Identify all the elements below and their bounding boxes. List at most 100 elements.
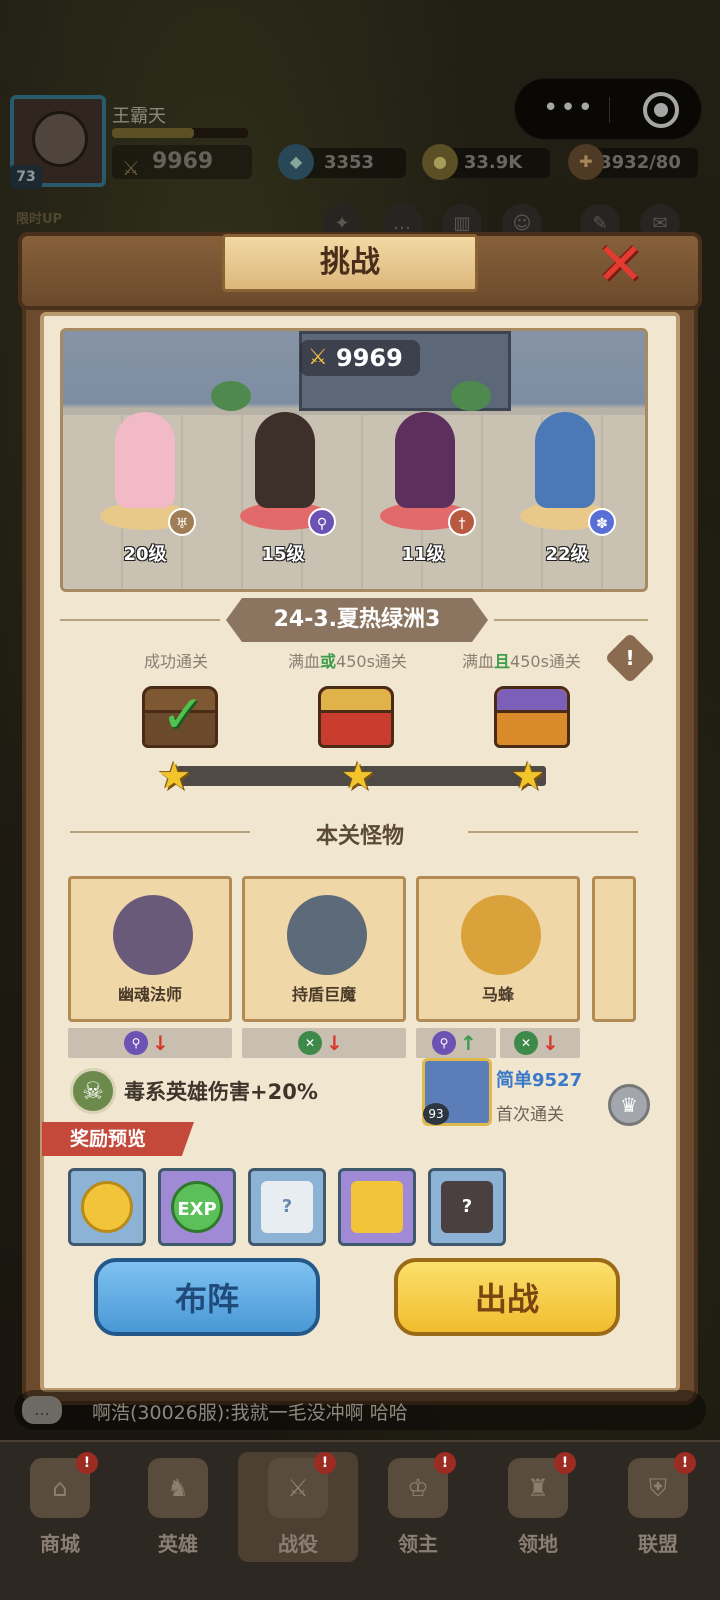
condition-3: 满血且450s通关: [462, 652, 581, 671]
team-power: ⚔ 9969: [300, 340, 420, 376]
hero-level: 15级: [261, 544, 305, 565]
hero-level: 11级: [401, 544, 445, 565]
chat-bar[interactable]: … 啊浩(30026服):我就一毛没冲啊 哈哈: [14, 1390, 706, 1430]
formation-button[interactable]: 布阵: [94, 1258, 320, 1336]
chat-message: 啊浩(30026服):我就一毛没冲啊 哈哈: [92, 1402, 408, 1424]
first-clear-avatar[interactable]: 93: [422, 1058, 492, 1126]
hero-slot-2[interactable]: ⚲: [240, 412, 336, 536]
monster-card[interactable]: 马蜂: [416, 876, 580, 1022]
monster-portrait: [113, 895, 193, 975]
monster-portrait: [461, 895, 541, 975]
nav-label: 商城: [40, 1532, 80, 1556]
condition-1: 成功通关: [144, 652, 209, 671]
nav-territory[interactable]: ♜ ! 领地: [478, 1452, 598, 1562]
paw-icon: ✽: [588, 508, 616, 536]
sword-icon: ⚔: [308, 345, 328, 370]
star-icon: ★: [156, 754, 192, 798]
bush: [211, 381, 251, 411]
arrow-down-icon: ↓: [152, 1031, 169, 1055]
divider: [60, 619, 220, 621]
mystery-scroll-icon: ?: [261, 1181, 313, 1233]
first-clear-player[interactable]: 简单9527: [496, 1066, 582, 1092]
reward-slot[interactable]: ?: [428, 1168, 506, 1246]
reward-slot[interactable]: ?: [248, 1168, 326, 1246]
star-icon: ★: [510, 754, 546, 798]
reward-preview-title: 奖励预览: [42, 1122, 194, 1156]
first-clear-level: 93: [423, 1103, 449, 1125]
reward-slot[interactable]: EXP: [158, 1168, 236, 1246]
chest-3[interactable]: [494, 686, 570, 748]
arrow-up-icon: ↑: [460, 1031, 477, 1055]
notification-badge: !: [554, 1452, 576, 1474]
monster-portrait: [287, 895, 367, 975]
wing-icon: ♅: [168, 508, 196, 536]
reward-slot[interactable]: [68, 1168, 146, 1246]
reward-slot[interactable]: [338, 1168, 416, 1246]
bush: [451, 381, 491, 411]
monster-traits: ⚲ ↑: [416, 1028, 496, 1058]
trophy-icon[interactable]: ♛: [608, 1084, 650, 1126]
dialog-title: 挑战: [222, 234, 478, 292]
hero-level: 22级: [545, 544, 589, 565]
nav-alliance[interactable]: ⛨ ! 联盟: [598, 1452, 718, 1562]
heroes-icon: ♞: [148, 1458, 208, 1518]
monster-card[interactable]: 幽魂法师: [68, 876, 232, 1022]
monster-traits: ✕ ↓: [500, 1028, 580, 1058]
stage-name: 24-3.夏热绿洲3: [226, 598, 488, 642]
divider: [468, 831, 638, 833]
nav-lord[interactable]: ♔ ! 领主: [358, 1452, 478, 1562]
staff-icon: ⚲: [124, 1031, 148, 1055]
divider: [494, 619, 648, 621]
exp-icon: EXP: [171, 1181, 223, 1233]
nav-label: 英雄: [158, 1532, 198, 1556]
nav-label: 领地: [518, 1532, 558, 1556]
arrow-down-icon: ↓: [542, 1031, 559, 1055]
nav-label: 联盟: [638, 1532, 678, 1556]
ticket-icon: [351, 1181, 403, 1233]
exclamation-icon: !: [625, 646, 635, 670]
bottom-nav: ⌂ ! 商城 ♞ 英雄 ⚔ ! 战役 ♔ ! 领主 ♜ ! 领地 ⛨ ! 联盟: [0, 1440, 720, 1600]
nav-heroes[interactable]: ♞ 英雄: [118, 1452, 238, 1562]
monsters-title: 本关怪物: [315, 824, 404, 849]
staff-icon: ⚲: [432, 1031, 456, 1055]
hero-slot-4[interactable]: ✽: [520, 412, 616, 536]
notification-badge: !: [434, 1452, 456, 1474]
hero-slot-1[interactable]: ♅: [100, 412, 196, 536]
mystery-armor-icon: ?: [441, 1181, 493, 1233]
sword-icon: †: [448, 508, 476, 536]
nav-shop[interactable]: ⌂ ! 商城: [0, 1452, 120, 1562]
check-icon: ✓: [161, 685, 205, 745]
skull-icon: ☠: [70, 1068, 116, 1114]
staff-icon: ⚲: [308, 508, 336, 536]
nav-label: 领主: [398, 1532, 438, 1556]
nav-label: 战役: [278, 1532, 318, 1556]
monster-card-partial[interactable]: [592, 876, 636, 1022]
condition-2: 满血或450s通关: [288, 652, 407, 671]
crossed-swords-icon: ✕: [298, 1031, 322, 1055]
nav-campaign[interactable]: ⚔ ! 战役: [238, 1452, 358, 1562]
battle-button[interactable]: 出战: [394, 1258, 620, 1336]
notification-badge: !: [76, 1452, 98, 1474]
chest-2[interactable]: [318, 686, 394, 748]
monster-traits: ⚲ ↓: [68, 1028, 232, 1058]
star-icon: ★: [340, 754, 376, 798]
monster-name: 持盾巨魔: [291, 985, 356, 1004]
hero-slot-3[interactable]: †: [380, 412, 476, 536]
monster-card[interactable]: 持盾巨魔: [242, 876, 406, 1022]
crossed-swords-icon: ✕: [514, 1031, 538, 1055]
chat-bubble-icon: …: [22, 1396, 62, 1424]
arrow-down-icon: ↓: [326, 1031, 343, 1055]
gold-coin-icon: [81, 1181, 133, 1233]
first-clear-label: 首次通关: [496, 1105, 564, 1125]
team-power-value: 9969: [336, 344, 403, 372]
hero-level: 20级: [123, 544, 167, 565]
chest-1[interactable]: ✓: [142, 685, 218, 748]
close-button[interactable]: ✕: [594, 235, 646, 293]
monster-name: 幽魂法师: [117, 985, 182, 1004]
notification-badge: !: [674, 1452, 696, 1474]
divider: [70, 831, 250, 833]
buff-text: 毒系英雄伤害+20%: [124, 1080, 318, 1104]
monster-name: 马蜂: [481, 985, 514, 1004]
info-button[interactable]: !: [604, 632, 656, 684]
notification-badge: !: [314, 1452, 336, 1474]
